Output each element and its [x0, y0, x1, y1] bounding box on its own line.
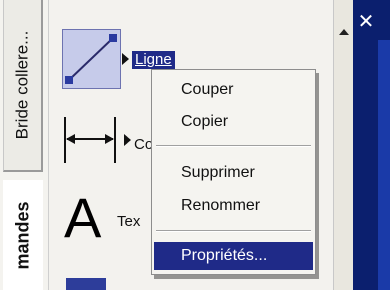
tab-label: Bride collere... — [12, 30, 32, 140]
menu-item-couper[interactable]: Couper — [154, 76, 313, 104]
close-icon[interactable]: ✕ — [353, 8, 379, 34]
next-tool-icon[interactable] — [66, 278, 106, 290]
text-tool-icon[interactable]: A — [64, 188, 101, 248]
menu-separator — [156, 145, 311, 147]
scroll-up-arrow-icon[interactable] — [334, 22, 354, 42]
palette-scrollbar[interactable] — [333, 0, 353, 290]
tab-label: mandes — [12, 200, 33, 270]
palette-tab-strip: Bride collere... mandes — [0, 0, 48, 290]
title-bar-stripe — [378, 40, 390, 290]
menu-item-renommer[interactable]: Renommer — [154, 192, 313, 220]
expand-flyout-icon[interactable] — [122, 53, 129, 65]
tab-commandes[interactable]: mandes — [3, 180, 43, 290]
expand-flyout-icon[interactable] — [124, 134, 131, 146]
dimension-tool-icon[interactable] — [62, 115, 120, 165]
line-tool-icon[interactable] — [62, 29, 121, 89]
context-menu: Couper Copier Supprimer Renommer Proprié… — [151, 69, 316, 275]
line-tool-label: Ligne — [132, 51, 175, 69]
menu-separator — [156, 230, 311, 232]
menu-item-supprimer[interactable]: Supprimer — [154, 159, 313, 187]
menu-item-proprietes[interactable]: Propriétés... — [154, 242, 313, 270]
menu-item-copier[interactable]: Copier — [154, 108, 313, 136]
text-tool-label: Tex — [117, 213, 141, 230]
tab-bride-collere[interactable]: Bride collere... — [3, 0, 43, 172]
